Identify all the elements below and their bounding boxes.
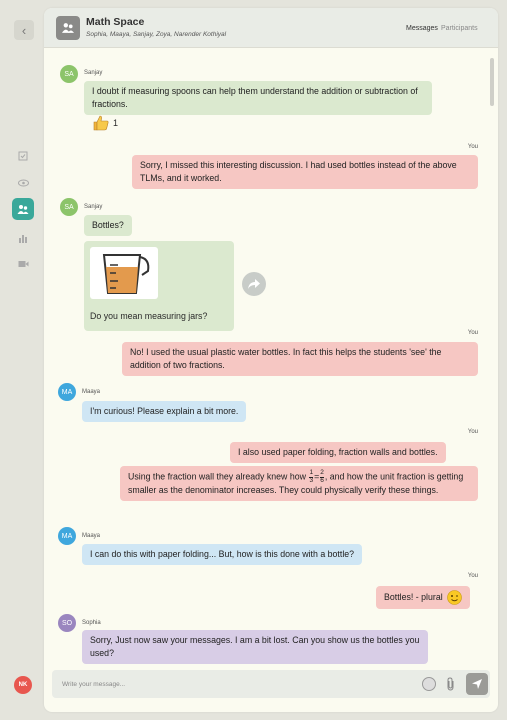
paperclip-icon (447, 677, 454, 691)
send-icon (472, 679, 482, 689)
sidebar: ‹ NK (0, 0, 44, 720)
checkbox-icon (18, 151, 28, 161)
you-label: You (467, 330, 478, 336)
avatar: SA (60, 65, 78, 83)
sender-name: Maaya (82, 389, 101, 395)
reaction-count: 1 (113, 118, 119, 128)
user-avatar[interactable]: NK (14, 676, 32, 694)
avatar: SA (60, 198, 78, 216)
sender-name: Sophia (82, 620, 101, 626)
video-icon (18, 261, 28, 267)
nav-video[interactable] (12, 253, 34, 275)
fraction: 13 (309, 469, 314, 484)
eye-icon (17, 179, 29, 187)
message-bubble: I can do this with paper folding... But,… (82, 544, 363, 565)
message-input[interactable] (62, 677, 402, 691)
fraction: 26 (320, 469, 324, 484)
chevron-left-icon: ‹ (21, 22, 27, 38)
you-label: You (467, 573, 478, 579)
nav-groups[interactable] (12, 198, 34, 220)
message-bubble: Bottles? (84, 215, 132, 236)
nav-stats[interactable] (12, 227, 34, 249)
back-button[interactable]: ‹ (14, 20, 34, 40)
image-caption: Do you mean measuring jars? (90, 311, 208, 321)
message-bubble: I'm curious! Please explain a bit more. (82, 401, 247, 422)
tab-participants[interactable]: Participants (441, 25, 478, 32)
avatar: MA (58, 527, 76, 545)
group-icon (62, 23, 74, 33)
message-bubble: Bottles! - plural (376, 586, 470, 609)
message-text: Bottles! - plural (384, 592, 443, 602)
measuring-jar-image[interactable] (90, 247, 158, 299)
you-label: You (467, 429, 478, 435)
nav-view[interactable] (12, 172, 34, 194)
reaction[interactable]: 1 (92, 114, 118, 132)
chat-panel: Math Space Sophia, Maaya, Sanjay, Zoya, … (44, 8, 498, 712)
avatar: SO (58, 614, 76, 632)
avatar: MA (58, 383, 76, 401)
group-members: Sophia, Maaya, Sanjay, Zoya, Narender Ko… (86, 31, 227, 38)
thumbs-up-icon (93, 115, 109, 131)
sender-name: Sanjay (84, 70, 103, 76)
measuring-jar-icon (102, 254, 150, 294)
message-bubble: No! I used the usual plastic water bottl… (122, 342, 478, 376)
group-icon (17, 204, 29, 214)
message-bubble: Sorry, Just now saw your messages. I am … (82, 630, 428, 664)
forward-button[interactable] (242, 272, 266, 296)
message-bubble: I also used paper folding, fraction wall… (230, 442, 446, 463)
chat-header: Math Space Sophia, Maaya, Sanjay, Zoya, … (44, 8, 498, 48)
message-bubble: Sorry, I missed this interesting discuss… (132, 155, 478, 189)
group-avatar (56, 16, 80, 40)
attach-button[interactable] (444, 675, 458, 693)
send-button[interactable] (466, 673, 488, 695)
scrollbar[interactable] (490, 58, 494, 106)
image-message: Do you mean measuring jars? (84, 241, 234, 331)
wink-emoji-icon (446, 590, 462, 605)
you-label: You (467, 144, 478, 150)
message-text: Using the fraction wall they already kne… (128, 471, 306, 482)
bar-chart-icon (19, 235, 27, 243)
nav-tasks[interactable] (12, 145, 34, 167)
tab-messages[interactable]: Messages (406, 25, 438, 32)
share-icon (248, 279, 260, 289)
emoji-button[interactable] (422, 677, 436, 691)
message-bubble: I doubt if measuring spoons can help the… (84, 81, 432, 115)
group-title: Math Space (86, 16, 145, 28)
sender-name: Maaya (82, 533, 101, 539)
sender-name: Sanjay (84, 204, 103, 210)
message-bubble: Using the fraction wall they already kne… (120, 466, 478, 501)
composer (52, 670, 490, 698)
